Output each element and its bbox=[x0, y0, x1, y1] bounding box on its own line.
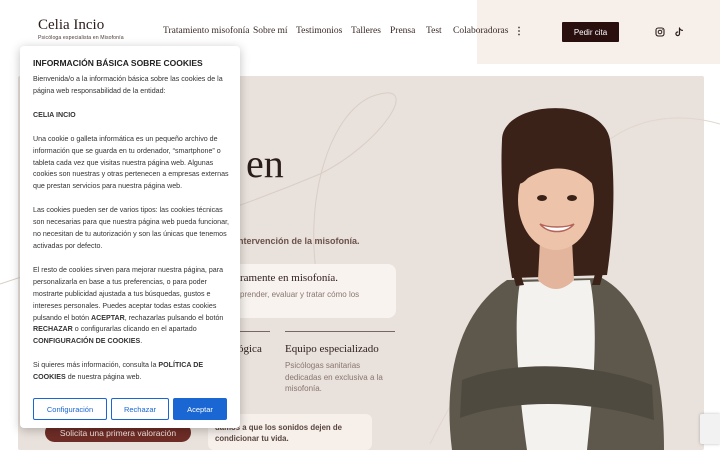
info-card-body: prender, evaluar y tratar cómo los bbox=[240, 290, 360, 299]
tiktok-icon[interactable] bbox=[674, 27, 684, 37]
logo-name: Celia Incio bbox=[38, 17, 105, 33]
nav-item-talleres[interactable]: Talleres bbox=[351, 26, 381, 36]
text-segment: , rechazarlas pulsando el botón bbox=[124, 313, 224, 322]
text-segment: de nuestra página web. bbox=[65, 373, 142, 382]
nav-item-tratamiento[interactable]: Tratamiento misofonía bbox=[163, 26, 249, 36]
cookie-definition-text: Una cookie o galleta informática es un p… bbox=[33, 134, 229, 191]
nav-item-sobre-mi[interactable]: Sobre mí bbox=[253, 26, 288, 36]
recaptcha-badge[interactable] bbox=[700, 414, 720, 444]
book-appointment-button[interactable]: Pedir cita bbox=[562, 22, 619, 42]
instagram-icon[interactable] bbox=[655, 27, 665, 37]
hero-subtitle: ntervención de la misofonía. bbox=[238, 236, 360, 246]
cookie-consent-dialog: INFORMACIÓN BÁSICA SOBRE COOKIES Bienven… bbox=[20, 46, 240, 428]
text-segment: ACEPTAR bbox=[90, 313, 125, 322]
hero-heading: en bbox=[246, 141, 284, 186]
feature-description: Psicólogas sanitarias dedicadas en exclu… bbox=[285, 361, 383, 393]
cookie-options-text: El resto de cookies sirven para mejorar … bbox=[33, 265, 229, 348]
feature-title: Equipo especializado bbox=[285, 343, 379, 355]
text-segment: . bbox=[140, 337, 143, 346]
more-menu-icon[interactable]: ⋮ bbox=[514, 26, 524, 37]
info-card-title: ramente en misofonía. bbox=[240, 272, 339, 284]
cookie-intro-text: Bienvenida/o a la información básica sob… bbox=[33, 75, 223, 95]
site-logo[interactable]: Celia Incio Psicóloga especialista en Mi… bbox=[38, 17, 124, 41]
text-segment: o configurarlas clicando en el apartado bbox=[72, 325, 197, 334]
cookie-types-text: Las cookies pueden ser de varios tipos: … bbox=[33, 206, 230, 250]
text-segment: Si quieres más información, consulta la bbox=[33, 361, 159, 370]
logo-subtitle: Psicóloga especialista en Misofonía bbox=[38, 35, 124, 41]
cookie-accept-button[interactable]: Aceptar bbox=[173, 398, 227, 420]
cookie-reject-button[interactable]: Rechazar bbox=[111, 398, 169, 420]
nav-item-colaboradoras[interactable]: Colaboradoras bbox=[453, 26, 508, 36]
text-segment: RECHAZAR bbox=[33, 325, 73, 334]
text-segment: CONFIGURACIÓN DE COOKIES bbox=[33, 337, 141, 346]
cookie-entity-name: CELIA INCIO bbox=[33, 110, 76, 119]
nav-item-testimonios[interactable]: Testimonios bbox=[296, 26, 342, 36]
cookie-settings-button[interactable]: Configuración bbox=[33, 398, 107, 420]
divider bbox=[285, 331, 395, 332]
cookie-dialog-body: Bienvenida/o a la información básica sob… bbox=[33, 74, 229, 396]
feature-title: ógica bbox=[238, 343, 262, 355]
info-card: ramente en misofonía. prender, evaluar y… bbox=[222, 264, 396, 318]
nav-item-prensa[interactable]: Prensa bbox=[390, 26, 415, 36]
nav-item-test[interactable]: Test bbox=[426, 26, 442, 36]
portrait-photo bbox=[449, 108, 664, 450]
cookie-policy-text: Si quieres más información, consulta la … bbox=[33, 360, 229, 384]
cookie-dialog-title: INFORMACIÓN BÁSICA SOBRE COOKIES bbox=[33, 58, 203, 68]
